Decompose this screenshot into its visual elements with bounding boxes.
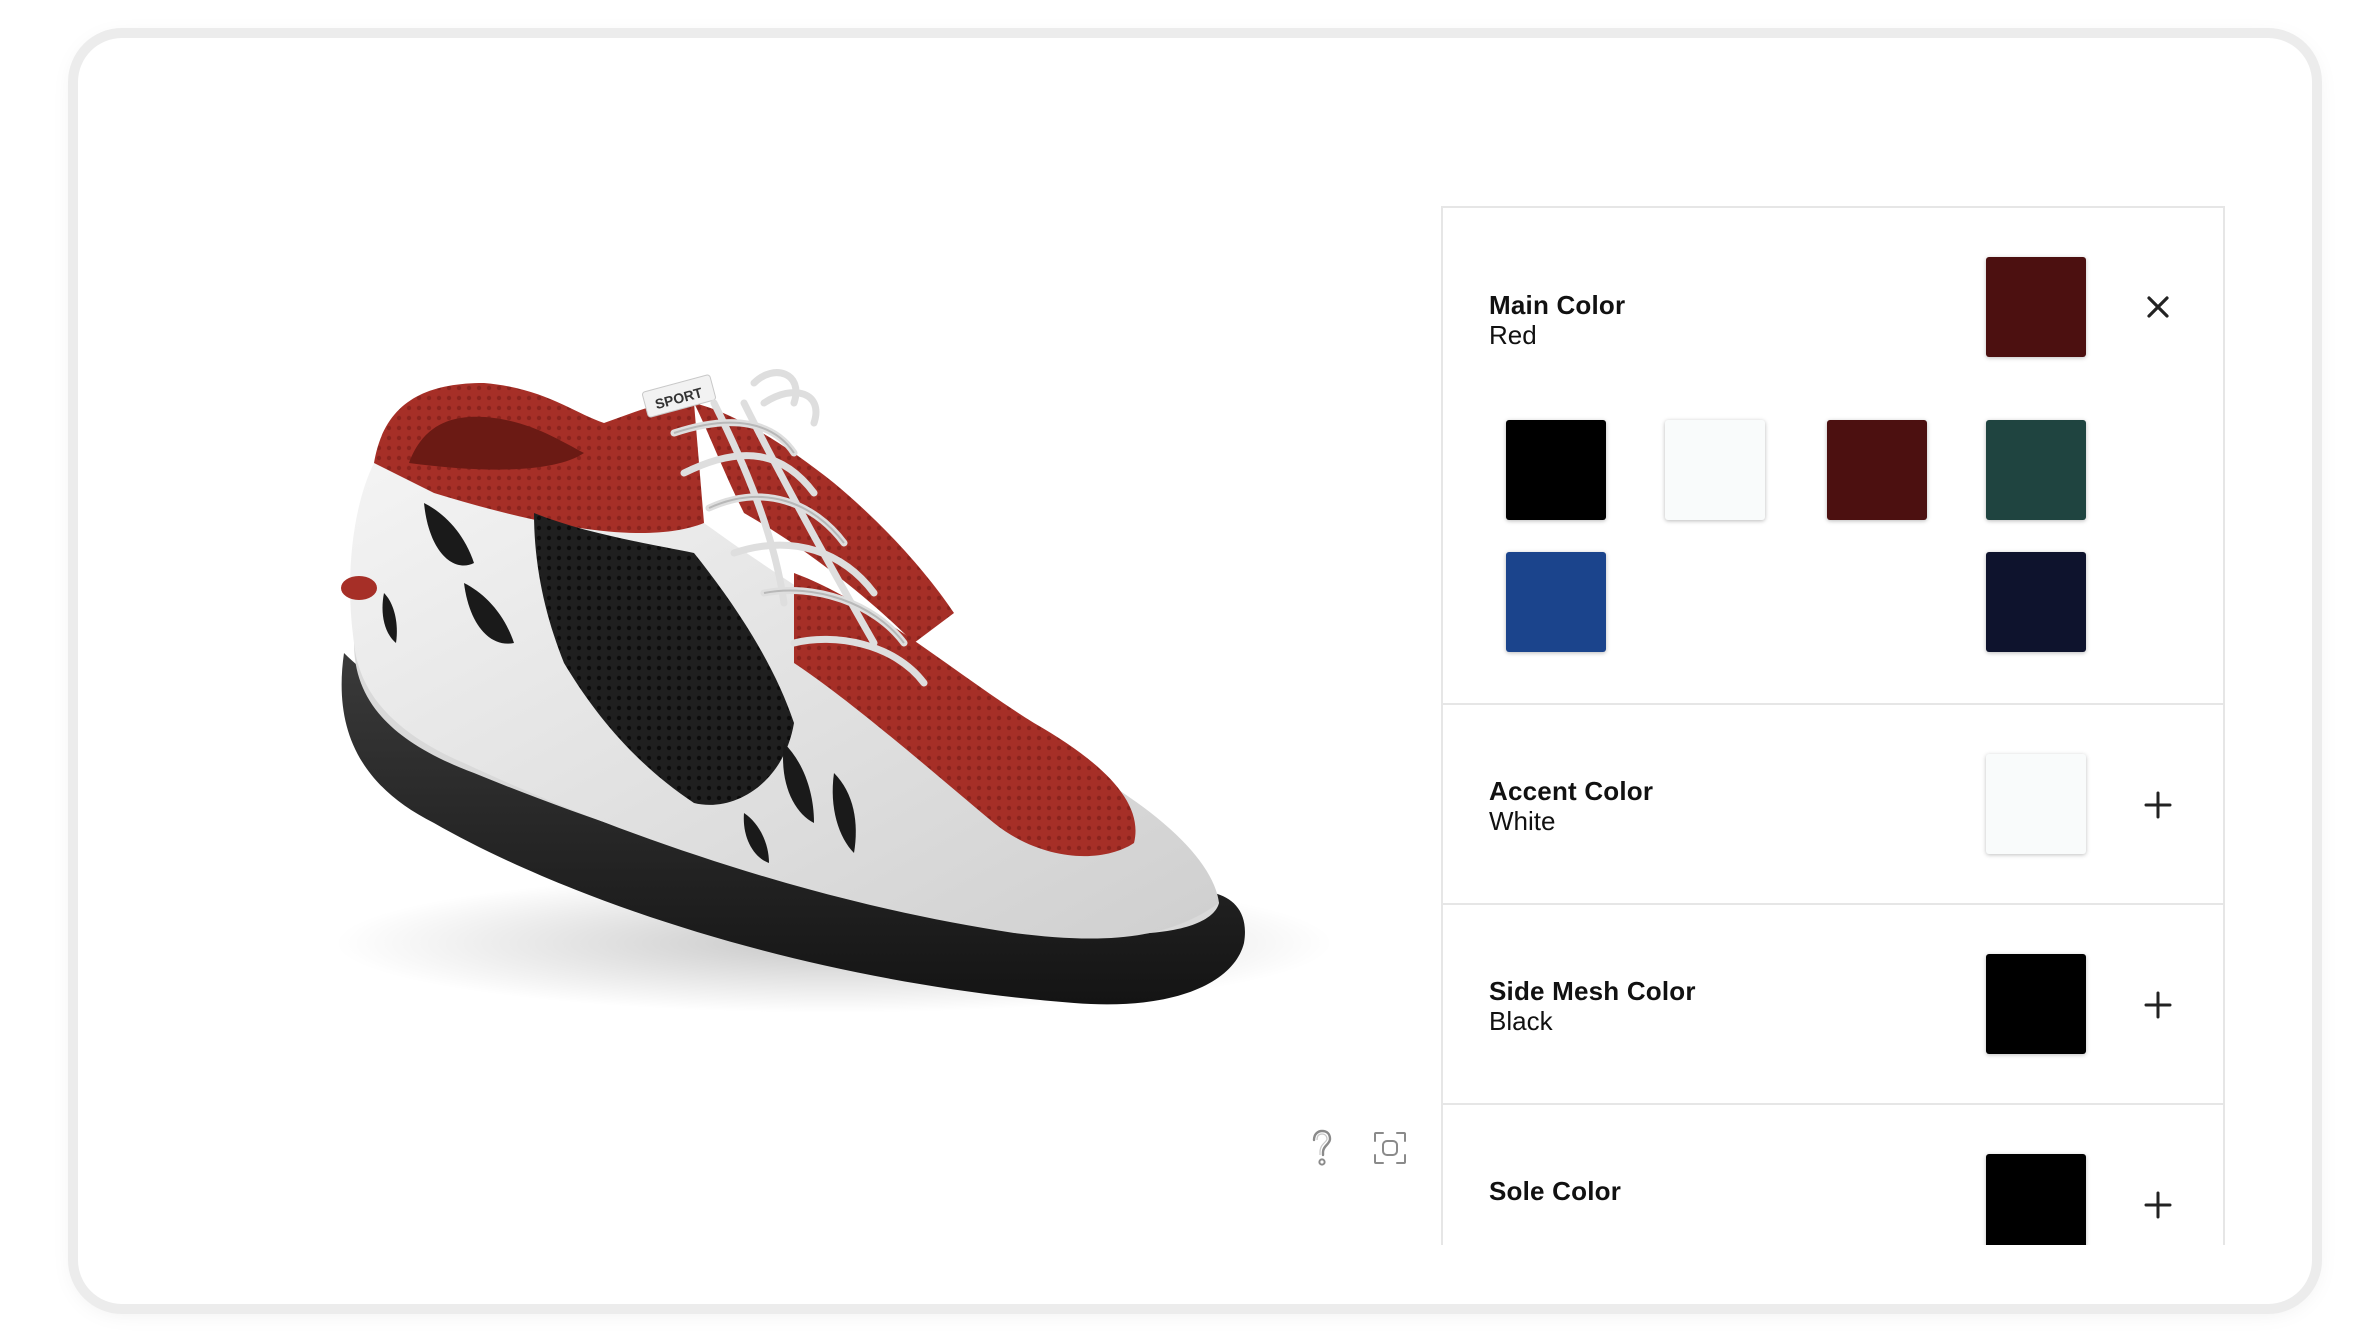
option-value: Red <box>1489 320 1537 350</box>
expand-button[interactable] <box>2136 983 2180 1027</box>
option-side-mesh-color[interactable]: Side Mesh Color Black <box>1441 903 2225 1105</box>
swatch-black[interactable] <box>1506 420 1606 520</box>
option-value: Black <box>1489 1006 1553 1036</box>
current-color-swatch[interactable] <box>1986 257 2086 357</box>
swatch-navy[interactable] <box>1986 552 2086 652</box>
help-button[interactable] <box>1302 1128 1342 1168</box>
plus-icon <box>2144 991 2172 1019</box>
collapse-button[interactable] <box>2136 285 2180 329</box>
question-mark-icon <box>1312 1129 1332 1166</box>
option-title: Sole Color <box>1489 1176 1622 1206</box>
current-color-swatch[interactable] <box>1986 954 2086 1054</box>
options-panel: Main Color Red Accent Color White Side M… <box>1441 206 2227 1245</box>
swatch-blue[interactable] <box>1506 552 1606 652</box>
option-title: Accent Color <box>1489 776 1654 806</box>
option-main-color: Main Color Red <box>1441 206 2225 705</box>
fullscreen-icon <box>1374 1132 1406 1164</box>
option-value: White <box>1489 806 1556 836</box>
option-accent-color[interactable]: Accent Color White <box>1441 703 2225 905</box>
configurator-card: SPORT Main Color Red Accent Color White … <box>78 38 2312 1304</box>
swatch-green[interactable] <box>1986 420 2086 520</box>
swatch-red[interactable] <box>1827 420 1927 520</box>
expand-button[interactable] <box>2136 1183 2180 1227</box>
shoe-model[interactable]: SPORT <box>314 343 1364 1043</box>
fullscreen-button[interactable] <box>1370 1128 1410 1168</box>
plus-icon <box>2144 791 2172 819</box>
product-viewer[interactable]: SPORT <box>78 38 1438 1304</box>
swatch-white[interactable] <box>1665 420 1765 520</box>
plus-icon <box>2144 1191 2172 1219</box>
option-sole-color[interactable]: Sole Color <box>1441 1103 2225 1245</box>
current-color-swatch[interactable] <box>1986 754 2086 854</box>
close-icon <box>2147 296 2169 318</box>
option-title: Side Mesh Color <box>1489 976 1696 1006</box>
option-title: Main Color <box>1489 290 1626 320</box>
current-color-swatch[interactable] <box>1986 1154 2086 1245</box>
expand-button[interactable] <box>2136 783 2180 827</box>
